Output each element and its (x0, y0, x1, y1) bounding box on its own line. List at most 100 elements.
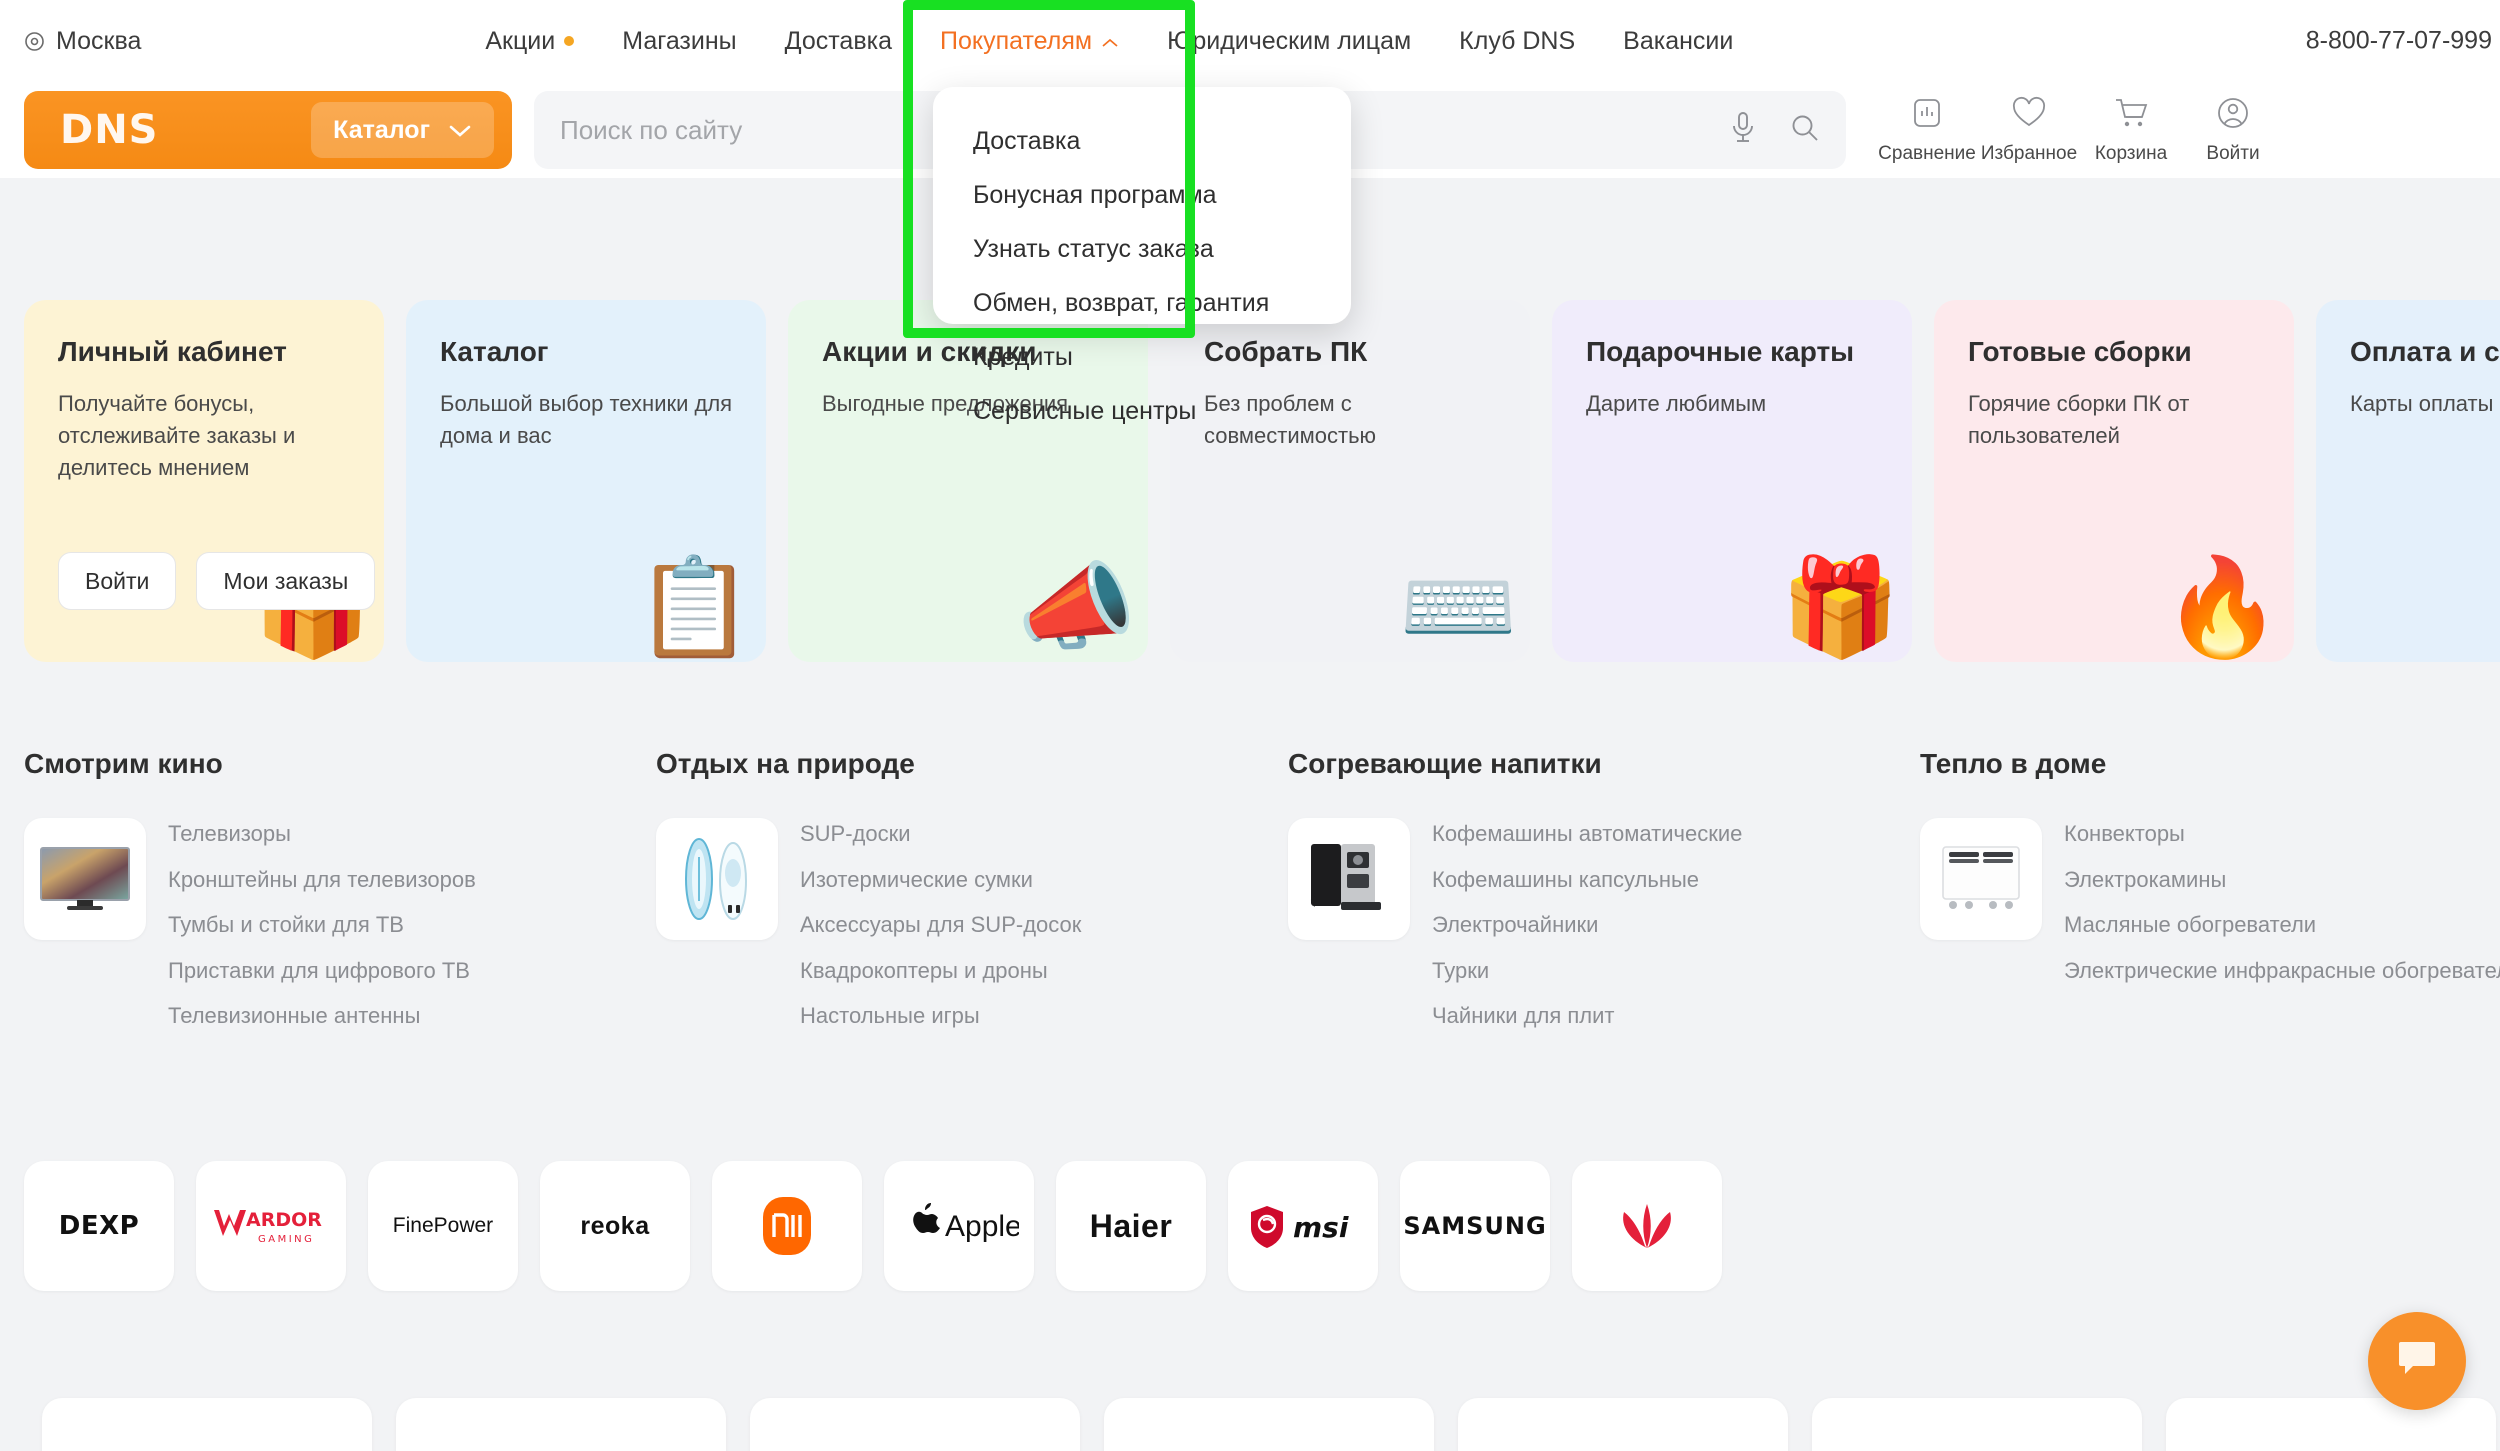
nav-item-klub-dns[interactable]: Клуб DNS (1435, 27, 1599, 56)
promo-card-lichny-kabinet[interactable]: Личный кабинет Получайте бонусы, отслежи… (24, 300, 384, 662)
category-section-otdyh-na-prirode: Отдых на природе SUP-доски Изотермически… (656, 748, 1288, 1108)
dropdown-item-servisnye-centry[interactable]: Сервисные центры (973, 397, 1351, 426)
nav-item-vakansii[interactable]: Вакансии (1599, 27, 1757, 56)
category-link[interactable]: Телевизоры (168, 820, 476, 849)
dropdown-item-obmen-vozvrat-garantiya[interactable]: Обмен, возврат, гарантия (973, 289, 1351, 318)
category-link[interactable]: Телевизионные антенны (168, 1002, 476, 1031)
msi-logo-icon: msi (1251, 1206, 1349, 1248)
dropdown-item-bonusnaya-programma[interactable]: Бонусная программа (973, 181, 1351, 210)
primary-nav: Акции Магазины Доставка Покупателям Юрид… (461, 27, 1757, 56)
nav-item-yuridicheskim-licam[interactable]: Юридическим лицам (1143, 27, 1435, 56)
brand-card-samsung[interactable]: SAMSUNG (1400, 1161, 1550, 1291)
category-link[interactable]: Чайники для плит (1432, 1002, 1742, 1031)
brand-card-ardor-gaming[interactable]: ARDOR GAMING (196, 1161, 346, 1291)
category-links: Конвекторы Электрокамины Масляные обогре… (2064, 818, 2500, 985)
microphone-icon[interactable] (1730, 111, 1756, 150)
logo-and-catalog-block: DNS Каталог (24, 91, 512, 169)
category-link[interactable]: Конвекторы (2064, 820, 2500, 849)
bottom-product-cards-row (0, 1398, 2500, 1451)
search-icon[interactable] (1790, 113, 1820, 148)
category-link[interactable]: Электрокамины (2064, 866, 2500, 895)
header-action-login[interactable]: Войти (2182, 96, 2284, 165)
nav-label: Покупателям (940, 26, 1093, 55)
product-card[interactable] (1104, 1398, 1434, 1451)
category-link[interactable]: Турки (1432, 957, 1742, 986)
promo-card-gotovye-sborki[interactable]: Готовые сборки Горячие сборки ПК от поль… (1934, 300, 2294, 662)
category-link[interactable]: Приставки для цифрового ТВ (168, 957, 476, 986)
promo-title: Оплата и сервисов (2350, 336, 2500, 367)
header-action-cart[interactable]: Корзина (2080, 96, 2182, 165)
category-link[interactable]: Масляные обогреватели (2064, 911, 2500, 940)
nav-item-magaziny[interactable]: Магазины (598, 27, 760, 56)
product-card[interactable] (1458, 1398, 1788, 1451)
category-section-teplo-v-dome: Тепло в доме Конвекторы Электрокамины Ма… (1920, 748, 2500, 1108)
user-account-icon (2216, 96, 2250, 135)
promo-text: Большой выбор техники для дома и вас (440, 390, 733, 448)
nav-item-dostavka[interactable]: Доставка (761, 27, 916, 56)
category-link[interactable]: Кронштейны для телевизоров (168, 866, 476, 895)
search-bar-icons (1730, 111, 1820, 150)
promo-illustration: 🎁 (1780, 554, 1900, 661)
category-title: Смотрим кино (24, 748, 223, 779)
category-link[interactable]: Изотермические сумки (800, 866, 1081, 895)
promo-card-oplata-i-servisov[interactable]: Оплата и сервисов Карты оплаты цифровой … (2316, 300, 2500, 662)
coffee-machine-thumbnail[interactable] (1288, 818, 1410, 940)
category-link[interactable]: Электрочайники (1432, 911, 1742, 940)
category-link[interactable]: SUP-доски (800, 820, 1081, 849)
page-root: Москва Акции Магазины Доставка Покупател… (0, 0, 2500, 1451)
promo-card-katalog[interactable]: Каталог Большой выбор техники для дома и… (406, 300, 766, 662)
product-card[interactable] (1812, 1398, 2142, 1451)
category-link[interactable]: Квадрокоптеры и дроны (800, 957, 1081, 986)
product-card[interactable] (396, 1398, 726, 1451)
support-phone-number[interactable]: 8-800-77-07-999 (2306, 27, 2492, 56)
category-link[interactable]: Настольные игры (800, 1002, 1081, 1031)
brand-card-haier[interactable]: Haier (1056, 1161, 1206, 1291)
geo-selector[interactable]: Москва (24, 27, 141, 56)
category-link[interactable]: Аксессуары для SUP-досок (800, 911, 1081, 940)
dropdown-item-kredity[interactable]: Кредиты (973, 343, 1351, 372)
promo-my-orders-button[interactable]: Мои заказы (196, 552, 376, 610)
category-link[interactable]: Кофемашины капсульные (1432, 866, 1742, 895)
category-link[interactable]: Тумбы и стойки для ТВ (168, 911, 476, 940)
television-thumbnail[interactable] (24, 818, 146, 940)
catalog-button-label: Каталог (333, 115, 430, 144)
header-action-label: Войти (2206, 142, 2260, 164)
promo-login-button[interactable]: Войти (58, 552, 177, 610)
svg-text:GAMING: GAMING (258, 1234, 314, 1245)
ardor-gaming-logo-icon: ARDOR GAMING (214, 1209, 322, 1245)
category-link[interactable]: Кофемашины автоматические (1432, 820, 1742, 849)
brand-logo-text: SAMSUNG (1403, 1212, 1547, 1240)
brand-card-msi[interactable]: msi (1228, 1161, 1378, 1291)
brand-card-xiaomi[interactable] (712, 1161, 862, 1291)
heart-icon (2011, 96, 2047, 135)
brand-logo-text: FinePower (392, 1214, 494, 1237)
promo-card-podarochnye-karty[interactable]: Подарочные карты Дарите любимым 🎁 (1552, 300, 1912, 662)
chat-support-button[interactable] (2368, 1312, 2466, 1410)
dropdown-item-dostavka[interactable]: Доставка (973, 127, 1351, 156)
category-link[interactable]: Электрические инфракрасные обогреватели (2064, 957, 2500, 986)
brand-card-reoka[interactable]: reoka (540, 1161, 690, 1291)
dns-logo[interactable]: DNS (60, 107, 159, 153)
product-card[interactable] (2166, 1398, 2496, 1451)
nav-item-pokupatelyam[interactable]: Покупателям (916, 27, 1143, 56)
product-card[interactable] (42, 1398, 372, 1451)
pokupatelyam-dropdown-menu[interactable]: Доставка Бонусная программа Узнать стату… (933, 87, 1351, 425)
header-action-compare[interactable]: Сравнение (1876, 96, 1978, 165)
xiaomi-mi-logo-icon (763, 1197, 811, 1255)
brand-card-huawei[interactable] (1572, 1161, 1722, 1291)
brand-card-finepower[interactable]: FinePower (368, 1161, 518, 1291)
new-dot-badge-icon (564, 36, 575, 46)
catalog-button[interactable]: Каталог (311, 102, 494, 158)
brand-card-dexp[interactable]: DEXP (24, 1161, 174, 1291)
convector-heater-thumbnail[interactable] (1920, 818, 2042, 940)
brand-card-apple[interactable]: Apple (884, 1161, 1034, 1291)
dropdown-item-uznat-status-zakaza[interactable]: Узнать статус заказа (973, 235, 1351, 264)
header-action-favorites[interactable]: Избранное (1978, 96, 2080, 165)
nav-item-akcii[interactable]: Акции (461, 27, 598, 56)
sup-board-thumbnail[interactable] (656, 818, 778, 940)
promo-text: Горячие сборки ПК от пользователей (1968, 390, 2190, 448)
product-card[interactable] (750, 1398, 1080, 1451)
promo-illustration: 🔥 (2162, 554, 2282, 661)
promo-buttons: Войти Мои заказы (58, 552, 376, 610)
caret-up-icon (1101, 27, 1119, 56)
